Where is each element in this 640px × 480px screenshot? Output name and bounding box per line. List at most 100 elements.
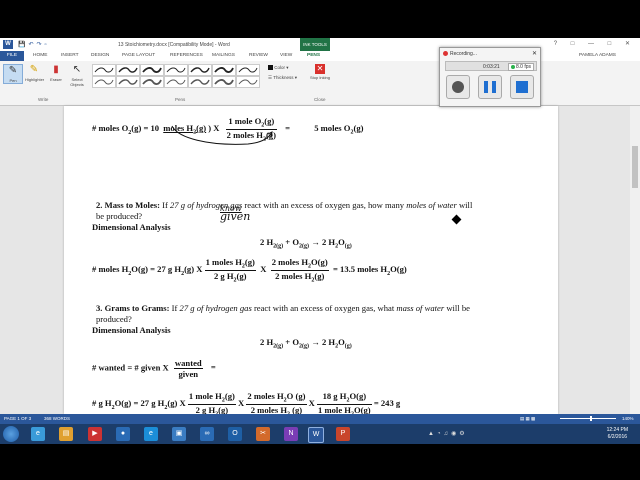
tab-mailings[interactable]: MAILINGS: [212, 53, 235, 58]
recording-dot-icon: [443, 51, 448, 56]
text: 2 moles H: [247, 391, 284, 401]
zoom-slider-knob[interactable]: [590, 416, 592, 421]
record-button[interactable]: [446, 75, 470, 99]
thickness-dropdown[interactable]: ☰ Thickness ▾: [268, 75, 297, 81]
view-mode-icons[interactable]: ▤ ▦ ▩: [520, 416, 535, 422]
stop-inking-button[interactable]: ✕ Stop Inking: [309, 64, 331, 80]
text: (g): [353, 123, 364, 134]
pen-button[interactable]: ✎ Pen: [3, 64, 23, 84]
document-area[interactable]: # moles O2(g) = 10 moles H2(g) ) X 1 mol…: [0, 106, 640, 417]
start-button[interactable]: [3, 426, 19, 442]
tab-design[interactable]: DESIGN: [91, 53, 109, 58]
scrollbar-thumb[interactable]: [632, 146, 638, 188]
tab-pens[interactable]: PENS: [307, 53, 320, 58]
pen-style-swatch[interactable]: [92, 76, 116, 88]
pen-style-swatch[interactable]: [164, 64, 188, 76]
text: (g) = 10: [131, 123, 160, 134]
onenote-icon[interactable]: N: [284, 427, 298, 441]
given-phrase: 27 g of hydrogen gas: [179, 303, 252, 313]
pen-style-swatch[interactable]: [212, 64, 236, 76]
pen-style-swatch[interactable]: [92, 64, 116, 76]
tab-references[interactable]: REFERENCES: [170, 53, 203, 58]
zoom-slider[interactable]: [560, 416, 616, 421]
text: 2 H: [321, 237, 336, 247]
zoom-level[interactable]: 140%: [622, 416, 634, 421]
tab-home[interactable]: HOME: [33, 53, 47, 58]
pen-style-swatch[interactable]: [236, 76, 260, 88]
text: 2 moles H: [271, 257, 308, 267]
tab-review[interactable]: REVIEW: [249, 53, 268, 58]
recorder-info-bar: 0:03:21 8.0 fps: [445, 61, 537, 71]
browser-icon[interactable]: e: [144, 427, 158, 441]
text: react with an excess of oxygen gas, how …: [242, 200, 407, 210]
pens-group-label: Pens: [175, 97, 186, 102]
text: 2 H: [260, 237, 274, 247]
tab-insert[interactable]: INSERT: [61, 53, 79, 58]
text: will be: [444, 303, 470, 313]
eraser-button[interactable]: ▮ Eraser: [47, 64, 65, 82]
text: If: [169, 303, 180, 313]
text: = 27 g H: [150, 264, 182, 275]
page-count[interactable]: PAGE 1 OF 3: [4, 416, 31, 421]
text: = 27 g H: [133, 398, 165, 409]
tab-file[interactable]: FILE: [0, 51, 24, 61]
document-page[interactable]: # moles O2(g) = 10 moles H2(g) ) X 1 mol…: [64, 106, 558, 417]
text: # wanted = # given X: [92, 362, 169, 373]
pause-button[interactable]: [478, 75, 502, 99]
bluetooth-icon[interactable]: ∞: [200, 427, 214, 441]
word-count[interactable]: 368 WORDS: [44, 416, 70, 421]
pen-style-swatch[interactable]: [236, 64, 260, 76]
status-bar: PAGE 1 OF 3 368 WORDS ▤ ▦ ▩ 140%: [0, 414, 640, 424]
folder-icon[interactable]: ▤: [59, 427, 73, 441]
screen-recorder-panel[interactable]: Recording... ✕ 0:03:21 8.0 fps: [439, 47, 541, 107]
text: 2 g H: [213, 270, 234, 281]
tab-page-layout[interactable]: PAGE LAYOUT: [122, 53, 155, 58]
system-tray[interactable]: ▲◔♫◉⚙: [428, 430, 468, 437]
outlook-icon[interactable]: O: [228, 427, 242, 441]
ribbon-tabs: FILE HOME INSERT DESIGN PAGE LAYOUT REFE…: [0, 51, 640, 61]
tab-view[interactable]: VIEW: [280, 53, 292, 58]
record-circle-icon: [452, 81, 464, 93]
pen-style-swatch[interactable]: [164, 76, 188, 88]
arrow-icon: →: [311, 237, 320, 247]
close-x-icon: ✕: [315, 64, 325, 74]
powerpoint-icon[interactable]: P: [336, 427, 350, 441]
question3-line1: 3. Grams to Grams: If 27 g of hydrogen g…: [96, 303, 470, 313]
media-player-icon[interactable]: ▶: [88, 427, 102, 441]
title-bar: W 💾↶↷▫ 13 Stoichiometry.docx [Compatibil…: [0, 38, 640, 51]
text: If: [159, 200, 170, 210]
stop-button[interactable]: [510, 75, 534, 99]
pen-style-swatch[interactable]: [140, 64, 164, 76]
word-taskbar-icon[interactable]: W: [308, 427, 324, 443]
question2-line1: 2. Mass to Moles: If 27 g of hydrogen ga…: [96, 200, 472, 210]
app-icon[interactable]: ●: [116, 427, 130, 441]
user-name[interactable]: PAMELA ADAMS: [579, 53, 616, 58]
ribbon: ✎ Pen ✎ Highlighter ▮ Eraser ↖ Select Ob…: [0, 61, 640, 106]
recorder-close-icon[interactable]: ✕: [532, 50, 537, 57]
pen-style-swatch[interactable]: [140, 76, 164, 88]
clock[interactable]: 12:24 PM 6/2/2016: [607, 427, 628, 441]
quick-access-toolbar[interactable]: 💾↶↷▫: [18, 41, 50, 48]
pen-style-swatch[interactable]: [188, 64, 212, 76]
vertical-scrollbar[interactable]: [630, 106, 640, 414]
question3-heading: 3. Grams to Grams:: [96, 303, 170, 313]
color-label: Color: [274, 65, 286, 70]
text: 5 moles O: [314, 123, 351, 134]
pen-style-swatch[interactable]: [212, 76, 236, 88]
color-dropdown[interactable]: Color ▾: [268, 65, 289, 71]
pen-style-swatch[interactable]: [188, 76, 212, 88]
pen-style-swatch[interactable]: [116, 64, 140, 76]
pen-style-swatch[interactable]: [116, 76, 140, 88]
select-objects-button[interactable]: ↖ Select Objects: [68, 64, 86, 87]
wanted-given-formula: # wanted = # given X wanted given =: [92, 358, 216, 379]
dimensional-analysis-heading: Dimensional Analysis: [92, 222, 171, 232]
ie-icon[interactable]: e: [31, 427, 45, 441]
window-icon[interactable]: ▣: [172, 427, 186, 441]
highlighter-button[interactable]: ✎ Highlighter: [25, 64, 44, 82]
clock-date: 6/2/2016: [607, 434, 628, 440]
snip-icon[interactable]: ✂: [256, 427, 270, 441]
window-controls[interactable]: ? □ — □ ✕: [554, 40, 636, 47]
question2-line2: be produced?: [96, 211, 143, 221]
text: # moles O: [92, 123, 129, 134]
text: wanted: [173, 358, 203, 369]
